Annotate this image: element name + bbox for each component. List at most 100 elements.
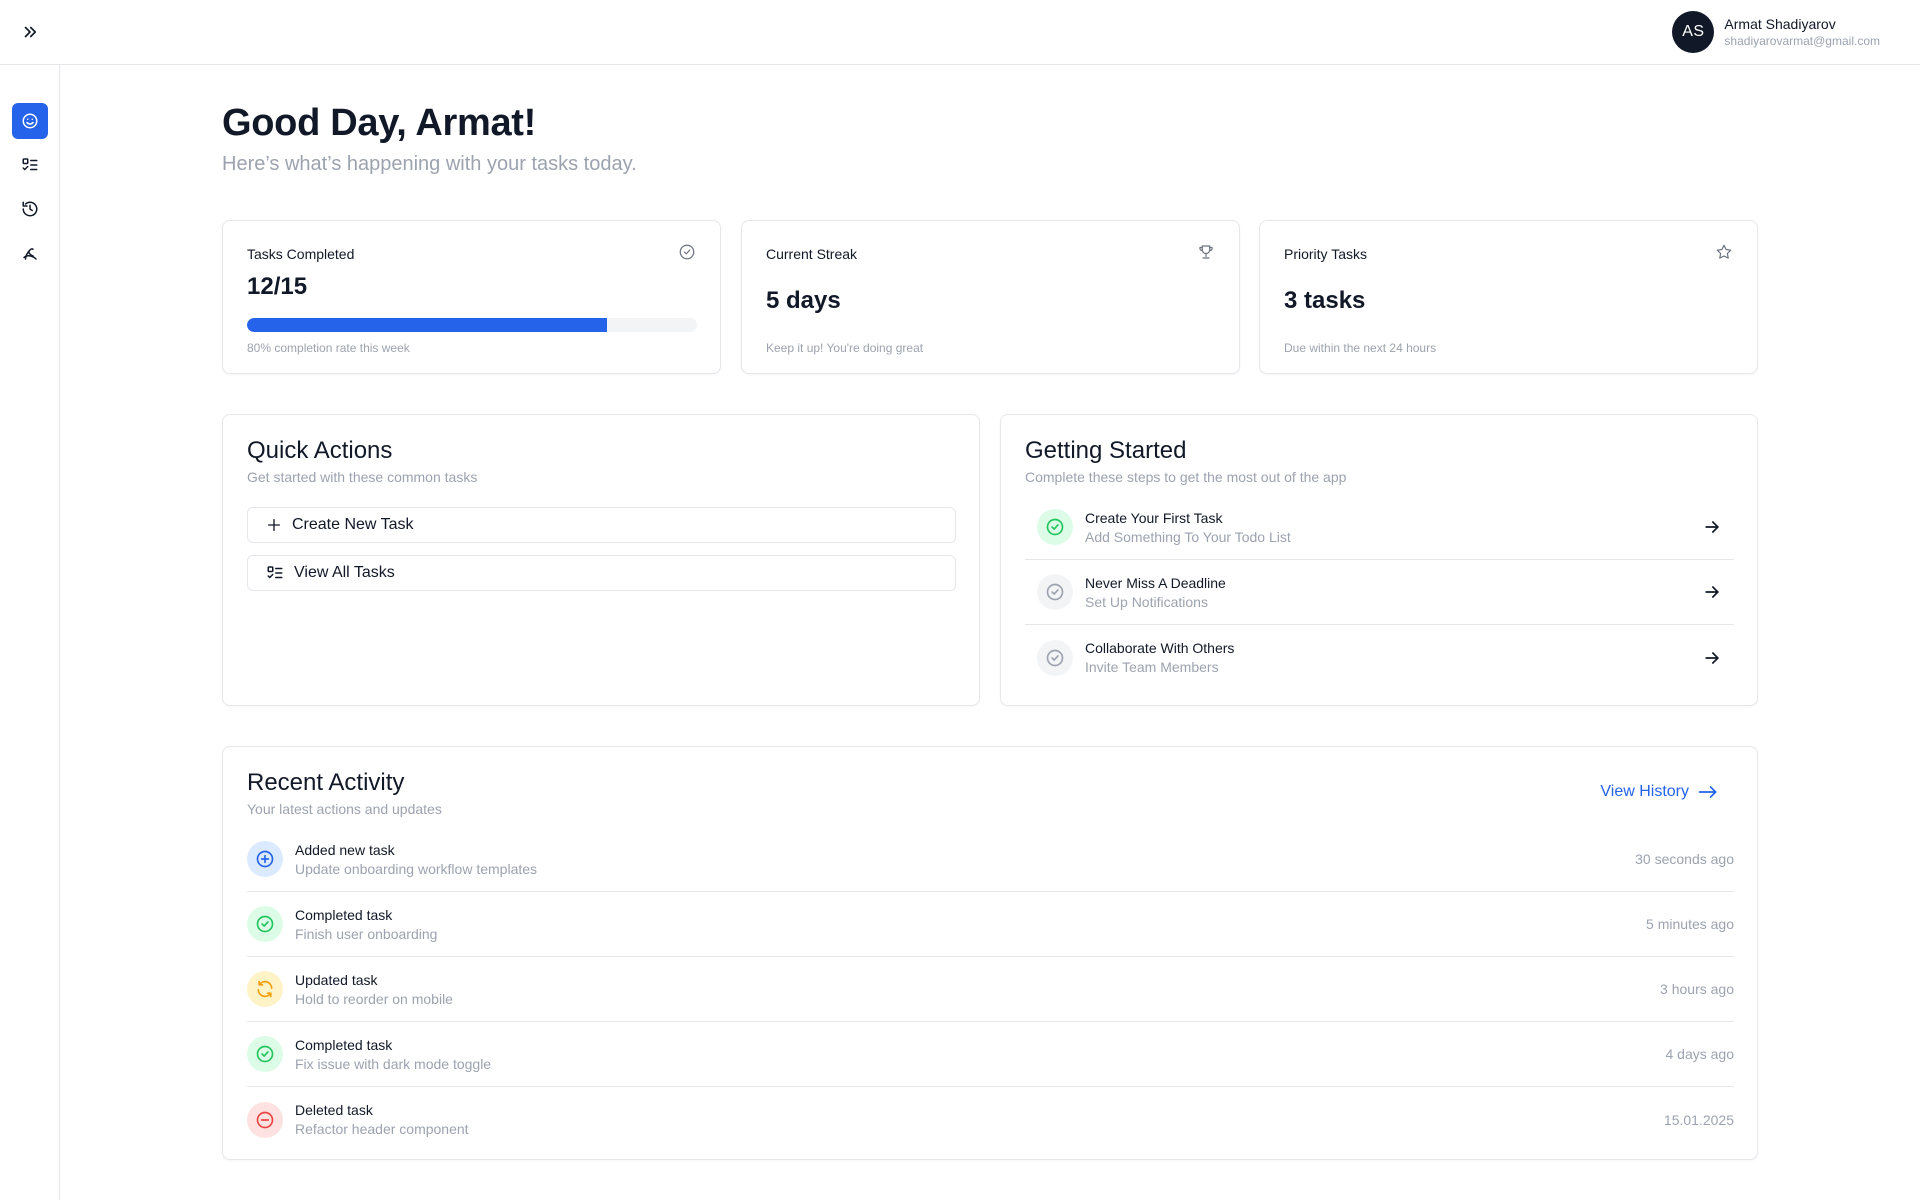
activity-title: Added new task bbox=[295, 841, 395, 858]
top-bar: AS Armat Shadiyarov shadiyarovarmat@gmai… bbox=[0, 0, 1920, 65]
view-history-label: View History bbox=[1600, 783, 1689, 800]
sidebar bbox=[0, 65, 60, 1200]
step-title: Collaborate With Others bbox=[1085, 640, 1235, 656]
panel-title: Getting Started bbox=[1025, 437, 1187, 464]
sidebar-item-dashboard[interactable] bbox=[12, 103, 48, 139]
sidebar-item-tasks[interactable] bbox=[12, 147, 48, 183]
history-icon bbox=[22, 201, 38, 217]
panel-subtitle: Your latest actions and updates bbox=[247, 801, 442, 817]
smile-icon bbox=[22, 113, 38, 129]
activity-subtitle: Update onboarding workflow templates bbox=[295, 860, 538, 877]
activity-title: Updated task bbox=[295, 971, 378, 988]
step-status bbox=[1037, 509, 1073, 545]
stat-label: Priority Tasks bbox=[1284, 246, 1367, 262]
panel-subtitle: Complete these steps to get the most out… bbox=[1025, 469, 1347, 485]
panel-title: Quick Actions bbox=[247, 437, 393, 464]
page-title: Good Day, Armat! bbox=[222, 102, 537, 144]
priority-tasks-card: Priority Tasks 3 tasks Due within the ne… bbox=[1259, 220, 1758, 374]
activity-time: 4 days ago bbox=[1665, 1046, 1735, 1062]
activity-item: Updated task Hold to reorder on mobile 3… bbox=[247, 957, 1734, 1022]
check-circle-icon bbox=[1046, 649, 1064, 666]
refresh-icon bbox=[257, 980, 273, 998]
plus-circle-icon bbox=[256, 850, 274, 868]
activity-subtitle: Fix issue with dark mode toggle bbox=[295, 1055, 492, 1072]
sidebar-item-extra[interactable] bbox=[12, 235, 48, 271]
check-circle-icon bbox=[256, 1045, 274, 1063]
activity-title: Completed task bbox=[295, 1036, 393, 1053]
panel-subtitle: Get started with these common tasks bbox=[247, 469, 478, 485]
quick-actions-card: Quick Actions Get started with these com… bbox=[222, 414, 980, 706]
user-email: shadiyarovarmat@gmail.com bbox=[1724, 34, 1880, 48]
activity-icon-badge bbox=[247, 1036, 283, 1072]
stat-value: 3 tasks bbox=[1284, 287, 1366, 314]
list-check-icon bbox=[267, 566, 283, 579]
activity-icon-badge bbox=[247, 841, 283, 877]
activity-title: Completed task bbox=[295, 906, 393, 923]
activity-subtitle: Finish user onboarding bbox=[295, 925, 438, 942]
arrow-right-icon bbox=[1698, 786, 1717, 798]
activity-item: Added new task Update onboarding workflo… bbox=[247, 827, 1734, 892]
check-circle-icon bbox=[679, 244, 695, 260]
recent-activity-card: Recent Activity Your latest actions and … bbox=[222, 746, 1758, 1160]
user-name: Armat Shadiyarov bbox=[1724, 16, 1836, 32]
getting-started-card: Getting Started Complete these steps to … bbox=[1000, 414, 1758, 706]
step-create-first-task[interactable]: Create Your First Task Add Something To … bbox=[1025, 495, 1734, 560]
expand-sidebar-button[interactable] bbox=[18, 20, 42, 44]
check-circle-icon bbox=[1046, 518, 1064, 536]
minus-circle-icon bbox=[256, 1111, 274, 1128]
step-status bbox=[1037, 574, 1073, 610]
arrow-right-icon bbox=[1705, 521, 1719, 533]
activity-item: Completed task Finish user onboarding 5 … bbox=[247, 892, 1734, 957]
chevrons-right-icon bbox=[24, 26, 37, 38]
stat-label: Current Streak bbox=[766, 246, 858, 262]
star-icon bbox=[1716, 244, 1732, 259]
button-label: Create New Task bbox=[292, 516, 414, 533]
stat-note: Keep it up! You're doing great bbox=[766, 341, 924, 355]
create-new-task-button[interactable]: Create New Task bbox=[247, 507, 956, 543]
step-subtitle: Add Something To Your Todo List bbox=[1085, 528, 1291, 545]
step-never-miss-deadline[interactable]: Never Miss A Deadline Set Up Notificatio… bbox=[1025, 560, 1734, 625]
step-subtitle: Set Up Notifications bbox=[1085, 593, 1208, 610]
button-label: View All Tasks bbox=[294, 564, 395, 581]
view-all-tasks-button[interactable]: View All Tasks bbox=[247, 555, 956, 591]
activity-time: 3 hours ago bbox=[1660, 981, 1734, 997]
step-status bbox=[1037, 639, 1073, 676]
activity-title: Deleted task bbox=[295, 1102, 373, 1118]
stat-note: 80% completion rate this week bbox=[247, 341, 410, 355]
arrow-right-icon bbox=[1705, 586, 1719, 598]
cat-icon bbox=[23, 248, 37, 260]
stat-value: 12/15 bbox=[247, 273, 308, 300]
activity-subtitle: Hold to reorder on mobile bbox=[295, 990, 453, 1007]
activity-time: 5 minutes ago bbox=[1646, 916, 1734, 932]
tasks-completed-card: Tasks Completed 12/15 80% completion rat… bbox=[222, 220, 721, 374]
user-profile[interactable]: AS Armat Shadiyarov shadiyarovarmat@gmai… bbox=[1672, 11, 1880, 53]
avatar[interactable]: AS bbox=[1672, 11, 1715, 53]
completion-progress-bar bbox=[247, 318, 697, 332]
arrow-right-icon bbox=[1705, 651, 1719, 664]
stat-value: 5 days bbox=[766, 287, 841, 314]
activity-time: 30 seconds ago bbox=[1635, 851, 1734, 867]
activity-icon-badge bbox=[247, 971, 283, 1007]
stat-label: Tasks Completed bbox=[247, 246, 355, 262]
step-title: Create Your First Task bbox=[1085, 509, 1223, 526]
activity-item: Completed task Fix issue with dark mode … bbox=[247, 1022, 1734, 1087]
check-circle-icon bbox=[1046, 583, 1064, 601]
stat-note: Due within the next 24 hours bbox=[1284, 341, 1437, 355]
step-subtitle: Invite Team Members bbox=[1085, 659, 1219, 675]
trophy-icon bbox=[1199, 245, 1213, 259]
activity-time: 15.01.2025 bbox=[1663, 1111, 1734, 1128]
list-check-icon bbox=[22, 158, 38, 171]
activity-icon-badge bbox=[247, 1101, 283, 1138]
current-streak-card: Current Streak 5 days Keep it up! You're… bbox=[741, 220, 1240, 374]
page-subtitle: Here’s what’s happening with your tasks … bbox=[222, 153, 637, 175]
step-collaborate[interactable]: Collaborate With Others Invite Team Memb… bbox=[1025, 625, 1734, 690]
plus-icon bbox=[268, 519, 280, 531]
view-history-link[interactable]: View History bbox=[1600, 783, 1719, 801]
step-title: Never Miss A Deadline bbox=[1085, 574, 1226, 591]
sidebar-item-history[interactable] bbox=[12, 191, 48, 227]
progress-fill bbox=[247, 318, 607, 332]
activity-subtitle: Refactor header component bbox=[295, 1121, 469, 1137]
activity-icon-badge bbox=[247, 906, 283, 942]
activity-item: Deleted task Refactor header component 1… bbox=[247, 1087, 1734, 1152]
check-circle-icon bbox=[256, 915, 274, 933]
